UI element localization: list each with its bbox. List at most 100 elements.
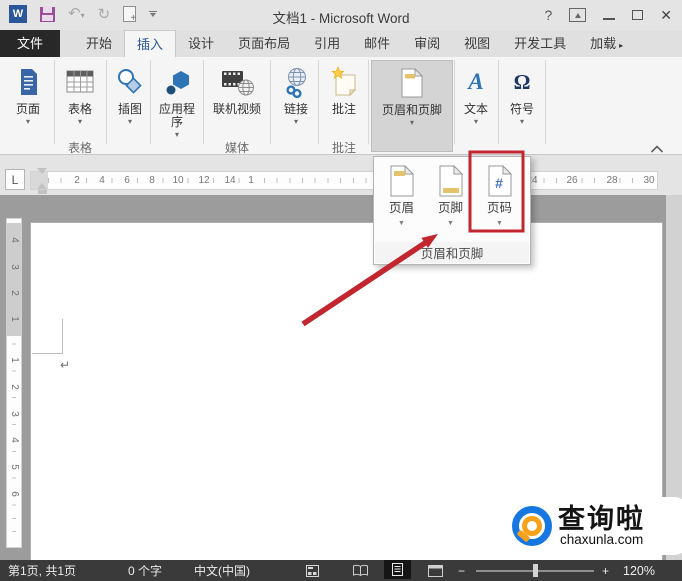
pages-button[interactable]: 页面 ▾ [6, 60, 50, 152]
illustrations-label: 插图 [117, 102, 142, 116]
ruler-number: 6 [123, 174, 131, 187]
comment-label: 批注 [331, 102, 356, 116]
print-layout-icon[interactable] [384, 560, 411, 579]
vertical-ruler: 4 3 2 1 1 2 3 4 5 6 [6, 218, 22, 548]
watermark: 查询啦 chaxunla.com [502, 497, 682, 555]
zoom-slider-thumb[interactable] [533, 564, 538, 577]
language-status[interactable]: 中文(中国) [194, 560, 250, 581]
ruler-number: 1 [8, 313, 20, 325]
tab-add-ins[interactable]: 加载 ▸ [578, 30, 635, 57]
links-button[interactable]: 链接 ▾ [276, 60, 316, 152]
ruler-number: 14 [223, 174, 237, 187]
ruler-number: 30 [642, 174, 656, 187]
group-label-comments: 批注 [331, 141, 356, 155]
chevron-down-icon: ▾ [409, 118, 414, 127]
ribbon: 页面 ▾ 表格 ▾ 插图 ▾ 应用程序 ▾ 联机视频 链接 ▾ 批注 页眉和页脚… [0, 57, 682, 155]
word-count[interactable]: 0 个字 [128, 560, 162, 581]
tab-mailings[interactable]: 邮件 [352, 30, 402, 57]
apps-button[interactable]: 应用程序 ▾ [153, 60, 201, 152]
tab-review[interactable]: 审阅 [402, 30, 452, 57]
group-divider [270, 60, 271, 144]
header-footer-button[interactable]: 页眉和页脚 ▾ [371, 60, 453, 152]
ribbon-display-options-icon[interactable] [569, 8, 587, 22]
chevron-down-icon: ▾ [127, 117, 132, 126]
apps-label: 应用程序 [158, 102, 195, 129]
minimize-icon[interactable] [603, 11, 616, 20]
watermark-logo-icon [512, 506, 552, 546]
tab-developer[interactable]: 开发工具 [502, 30, 578, 57]
ruler-number: 4 [98, 174, 106, 187]
chevron-down-icon: ▾ [174, 130, 179, 139]
ruler-number: 26 [565, 174, 579, 187]
ruler-number: 2 [73, 174, 81, 187]
menu-item-label: 页脚 [437, 201, 463, 215]
online-video-label: 联机视频 [212, 102, 261, 116]
tab-home[interactable]: 开始 [74, 30, 124, 57]
ruler-number: 4 [8, 234, 20, 246]
ruler-number: 28 [605, 174, 619, 187]
menu-group-label: 页眉和页脚 [375, 242, 529, 263]
tab-page-layout[interactable]: 页面布局 [226, 30, 302, 57]
links-label: 链接 [283, 102, 308, 116]
table-icon [65, 63, 95, 101]
help-icon[interactable]: ? [544, 7, 552, 23]
svg-text:#: # [495, 175, 503, 191]
maximize-icon[interactable] [632, 10, 644, 20]
menu-item-footer[interactable]: 页脚 ▼ [426, 159, 475, 227]
text-boundary-mark [32, 353, 63, 354]
ruler-number: 4 [8, 434, 20, 446]
web-layout-icon[interactable] [428, 560, 443, 581]
symbol-button[interactable]: Ω 符号 ▾ [501, 60, 543, 152]
header-footer-label: 页眉和页脚 [381, 103, 442, 117]
ruler-number: 3 [8, 408, 20, 420]
page-info[interactable]: 第1页, 共1页 [8, 560, 76, 581]
zoom-in-button[interactable]: + [602, 560, 609, 581]
watermark-text: 查询啦 chaxunla.com [552, 505, 645, 547]
illustrations-button[interactable]: 插图 ▾ [110, 60, 150, 152]
header-footer-menu: 页眉 ▼ 页脚 ▼ # 页码 ▼ 页眉和页脚 [373, 156, 531, 265]
zoom-level[interactable]: 120% [623, 560, 655, 581]
pages-icon [13, 63, 43, 101]
group-divider [54, 60, 55, 144]
text-label: 文本 [463, 102, 488, 116]
ruler-number: 1 [247, 174, 255, 187]
group-label-media: 媒体 [224, 141, 249, 155]
chevron-down-icon: ▾ [473, 117, 478, 126]
tab-design[interactable]: 设计 [176, 30, 226, 57]
tab-view[interactable]: 视图 [452, 30, 502, 57]
group-divider [106, 60, 107, 144]
menu-item-label: 页码 [486, 201, 512, 215]
group-divider [454, 60, 455, 144]
group-divider [150, 60, 151, 144]
chevron-down-icon: ▼ [398, 220, 405, 227]
macro-record-icon[interactable] [306, 560, 319, 581]
apps-icon [161, 63, 193, 101]
left-indent-marker[interactable] [38, 190, 47, 194]
online-video-icon [219, 63, 255, 101]
tab-file[interactable]: 文件 [0, 30, 61, 57]
collapse-ribbon-icon[interactable] [650, 141, 664, 159]
watermark-brand: 查询啦 [558, 504, 645, 534]
text-button[interactable]: A 文本 ▾ [456, 60, 496, 152]
close-icon[interactable]: ✕ [660, 7, 672, 24]
window-controls: ? ✕ [544, 4, 672, 26]
chevron-down-icon: ▼ [447, 220, 454, 227]
tab-stop-selector[interactable]: L [5, 169, 25, 190]
menu-item-header[interactable]: 页眉 ▼ [377, 159, 426, 227]
first-line-indent-marker[interactable] [37, 168, 47, 174]
horizontal-ruler: 2 4 6 8 10 12 14 1 24 26 28 30 [30, 171, 658, 190]
ruler-number: 2 [8, 287, 20, 299]
read-mode-icon[interactable] [352, 560, 369, 581]
menu-item-page-number[interactable]: # 页码 ▼ [475, 159, 524, 227]
footer-icon [439, 165, 463, 197]
ruler-number: 10 [171, 174, 185, 187]
hanging-indent-marker[interactable] [37, 183, 47, 189]
zoom-out-button[interactable]: − [458, 560, 465, 581]
tab-add-ins-label: 加载 [590, 36, 617, 51]
ruler-number: 12 [197, 174, 211, 187]
group-divider [318, 60, 319, 144]
tab-references[interactable]: 引用 [302, 30, 352, 57]
header-footer-icon [400, 64, 424, 102]
tab-insert[interactable]: 插入 [124, 30, 177, 57]
text-boundary-mark [62, 319, 63, 353]
